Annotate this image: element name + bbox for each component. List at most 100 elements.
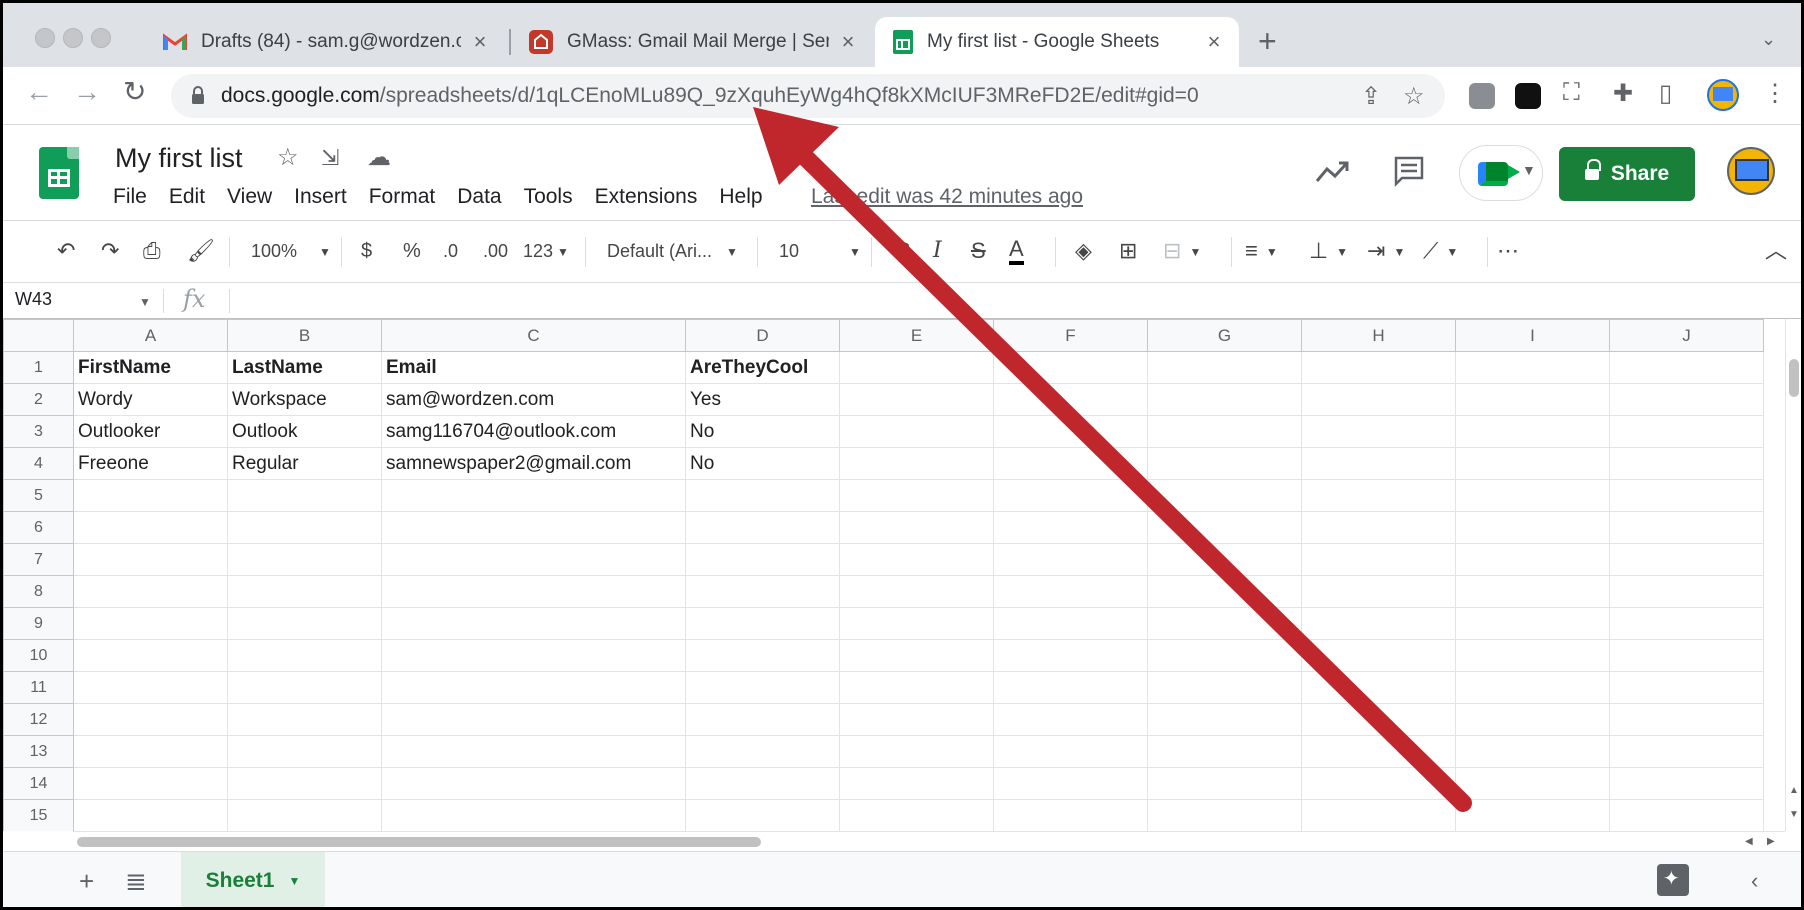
fill-color-icon[interactable]: ◈ — [1075, 237, 1092, 265]
tab-gmass[interactable]: GMass: Gmail Mail Merge | Sen × — [511, 17, 873, 67]
minimize-window-button[interactable] — [63, 28, 83, 48]
italic-button[interactable]: I — [933, 237, 942, 265]
currency-format-button[interactable]: $ — [361, 237, 372, 265]
cell[interactable] — [381, 799, 686, 831]
screenshot-icon[interactable]: ⛶ — [1563, 79, 1580, 107]
decrease-decimal-button[interactable]: .0 — [443, 237, 458, 265]
undo-icon[interactable]: ↶ — [57, 237, 75, 265]
cell[interactable] — [993, 383, 1148, 416]
horizontal-align-icon[interactable]: ≡ ▼ — [1245, 237, 1278, 266]
cell[interactable] — [1301, 607, 1456, 640]
bold-button[interactable]: B — [895, 237, 911, 265]
cell[interactable] — [1147, 447, 1302, 480]
cell[interactable] — [1455, 799, 1610, 831]
cell[interactable] — [1455, 351, 1610, 384]
tab-search-chevron-icon[interactable]: ⌄ — [1761, 29, 1776, 50]
text-wrapping-icon[interactable]: ⇥ ▼ — [1367, 237, 1405, 266]
menu-extensions[interactable]: Extensions — [595, 185, 698, 209]
meet-button[interactable]: ▼ — [1459, 145, 1543, 201]
cell[interactable] — [1301, 543, 1456, 576]
cell[interactable] — [1609, 767, 1764, 800]
cell[interactable] — [1609, 703, 1764, 736]
menu-tools[interactable]: Tools — [524, 185, 573, 209]
cell[interactable] — [73, 735, 228, 768]
cell[interactable] — [1455, 703, 1610, 736]
cloud-saved-icon[interactable]: ☁ — [367, 143, 391, 172]
cell[interactable] — [1609, 383, 1764, 416]
cell[interactable] — [993, 351, 1148, 384]
cell[interactable] — [1455, 639, 1610, 672]
cell[interactable]: Freeone — [73, 447, 228, 480]
name-box[interactable]: W43 — [15, 289, 52, 310]
close-tab-icon[interactable]: × — [837, 29, 859, 55]
cell[interactable] — [993, 799, 1148, 831]
row-header[interactable]: 1 — [3, 351, 74, 384]
cell[interactable] — [993, 447, 1148, 480]
redo-icon[interactable]: ↷ — [101, 237, 119, 265]
borders-icon[interactable]: ⊞ — [1119, 237, 1137, 265]
scroll-thumb[interactable] — [1789, 359, 1799, 397]
cell[interactable] — [1609, 543, 1764, 576]
cell[interactable] — [1147, 351, 1302, 384]
cell[interactable] — [685, 799, 840, 831]
cell[interactable] — [1609, 671, 1764, 704]
vertical-align-icon[interactable]: ⊥ ▼ — [1309, 237, 1348, 266]
cell[interactable] — [227, 703, 382, 736]
cell[interactable] — [1301, 639, 1456, 672]
row-header[interactable]: 14 — [3, 767, 74, 800]
cell[interactable] — [1147, 383, 1302, 416]
cell[interactable] — [381, 575, 686, 608]
cell[interactable] — [839, 799, 994, 831]
cell[interactable] — [993, 703, 1148, 736]
cell[interactable] — [1301, 351, 1456, 384]
cell[interactable] — [73, 575, 228, 608]
scroll-right-arrow-icon[interactable]: ▶ — [1767, 836, 1775, 847]
activity-trend-icon[interactable] — [1315, 159, 1349, 185]
cell[interactable] — [1455, 735, 1610, 768]
column-header[interactable]: C — [381, 319, 686, 352]
browser-menu-icon[interactable]: ⋮ — [1763, 79, 1787, 108]
cell[interactable]: Outlooker — [73, 415, 228, 448]
share-page-icon[interactable]: ⇪ — [1361, 82, 1381, 111]
cell[interactable] — [839, 671, 994, 704]
cell[interactable] — [993, 511, 1148, 544]
cell[interactable] — [839, 607, 994, 640]
menu-insert[interactable]: Insert — [294, 185, 347, 209]
cell[interactable]: sam@wordzen.com — [381, 383, 686, 416]
all-sheets-icon[interactable]: ≣ — [125, 866, 147, 897]
cell[interactable] — [839, 575, 994, 608]
cell[interactable] — [73, 639, 228, 672]
paint-format-icon[interactable]: 🖌 — [187, 237, 215, 265]
menu-file[interactable]: File — [113, 185, 147, 209]
text-color-button[interactable]: A — [1009, 237, 1024, 265]
cell[interactable] — [839, 351, 994, 384]
cell[interactable] — [1609, 735, 1764, 768]
move-folder-icon[interactable]: ⇲ — [321, 145, 339, 171]
row-header[interactable]: 9 — [3, 607, 74, 640]
cell[interactable] — [73, 543, 228, 576]
cell[interactable] — [1147, 767, 1302, 800]
cell[interactable] — [685, 575, 840, 608]
column-header[interactable]: B — [227, 319, 382, 352]
cell[interactable] — [685, 639, 840, 672]
cell[interactable] — [685, 543, 840, 576]
cell[interactable] — [1455, 415, 1610, 448]
zoom-select[interactable]: 100% ▼ — [251, 237, 331, 266]
cell[interactable] — [1609, 447, 1764, 480]
cell[interactable] — [1609, 351, 1764, 384]
cell[interactable]: AreTheyCool — [685, 351, 840, 384]
column-header[interactable]: F — [993, 319, 1148, 352]
cell[interactable] — [73, 511, 228, 544]
cell[interactable] — [685, 511, 840, 544]
cell[interactable] — [1147, 479, 1302, 512]
cell[interactable] — [227, 543, 382, 576]
more-formats-select[interactable]: 123 ▼ — [523, 237, 569, 266]
cell[interactable] — [685, 479, 840, 512]
cell[interactable] — [381, 511, 686, 544]
column-header[interactable]: A — [73, 319, 228, 352]
cell[interactable] — [1301, 735, 1456, 768]
cell[interactable] — [685, 735, 840, 768]
cell[interactable] — [1455, 671, 1610, 704]
cell[interactable] — [381, 671, 686, 704]
cell[interactable] — [839, 735, 994, 768]
